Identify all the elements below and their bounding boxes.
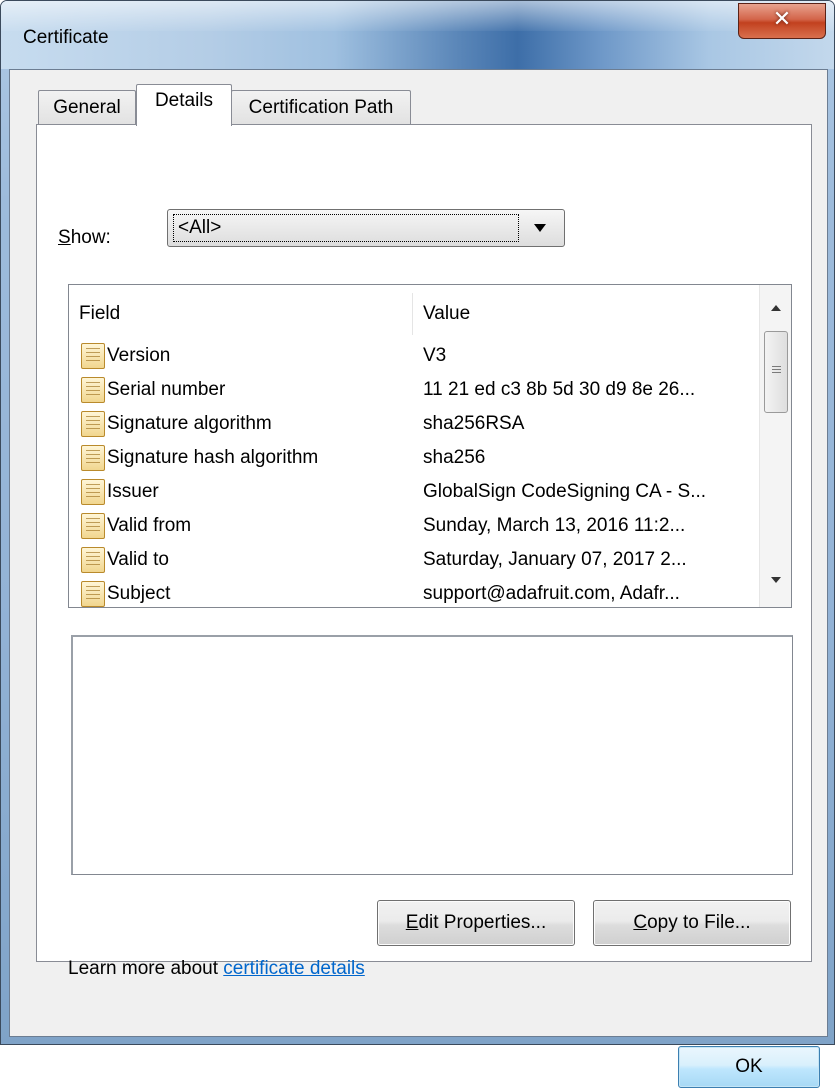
tab-certification-path[interactable]: Certification Path xyxy=(231,90,411,124)
field-value: sha256 xyxy=(423,447,486,468)
column-header-value[interactable]: Value xyxy=(413,285,759,337)
list-item[interactable]: Signature algorithm sha256RSA xyxy=(69,407,759,441)
certificate-field-icon xyxy=(81,377,105,403)
certificate-field-icon xyxy=(81,581,105,607)
show-dropdown-value: <All> xyxy=(173,214,519,242)
field-value: Sunday, March 13, 2016 11:2... xyxy=(423,515,686,536)
certificate-field-icon xyxy=(81,445,105,471)
field-name: Subject xyxy=(107,583,171,604)
list-item[interactable]: Issuer GlobalSign CodeSigning CA - S... xyxy=(69,475,759,509)
certificate-field-icon xyxy=(81,513,105,539)
certificate-field-icon xyxy=(81,411,105,437)
learn-more-text: Learn more about certificate details xyxy=(68,958,365,979)
list-item[interactable]: Subject support@adafruit.com, Adafr... xyxy=(69,577,759,607)
tab-general[interactable]: General xyxy=(38,90,136,124)
scroll-down-arrow-icon[interactable] xyxy=(771,577,781,583)
certificate-field-icon xyxy=(81,479,105,505)
field-value: Saturday, January 07, 2017 2... xyxy=(423,549,687,570)
certificate-field-icon xyxy=(81,343,105,369)
close-button[interactable]: ✕ xyxy=(738,3,826,39)
show-label: Show: xyxy=(58,227,111,248)
list-header: Field Value xyxy=(69,285,759,337)
show-dropdown[interactable]: <All> xyxy=(167,209,565,247)
field-name: Version xyxy=(107,345,171,366)
edit-properties-button[interactable]: Edit Properties... xyxy=(377,900,575,946)
tab-details[interactable]: Details xyxy=(136,84,232,126)
field-name: Serial number xyxy=(107,379,226,400)
field-value: support@adafruit.com, Adafr... xyxy=(423,583,680,604)
field-name: Signature hash algorithm xyxy=(107,447,319,468)
ok-button[interactable]: OK xyxy=(678,1046,820,1088)
vertical-scrollbar[interactable] xyxy=(759,285,791,607)
certificate-field-icon xyxy=(81,547,105,573)
title-bar[interactable] xyxy=(1,1,834,69)
chevron-down-icon xyxy=(534,224,546,232)
field-value: sha256RSA xyxy=(423,413,525,434)
certificate-fields-list[interactable]: Field Value Version V3 Serial number 11 … xyxy=(68,284,792,608)
list-item[interactable]: Version V3 xyxy=(69,339,759,373)
field-name: Valid from xyxy=(107,515,192,536)
list-rows: Version V3 Serial number 11 21 ed c3 8b … xyxy=(69,339,759,607)
scroll-thumb[interactable] xyxy=(764,331,788,413)
scroll-up-arrow-icon[interactable] xyxy=(771,305,781,311)
field-value: 11 21 ed c3 8b 5d 30 d9 8e 26... xyxy=(423,379,696,400)
field-detail-textbox[interactable] xyxy=(71,635,793,875)
field-name: Issuer xyxy=(107,481,159,502)
certificate-window: Certificate ✕ General Details Certificat… xyxy=(0,0,835,1088)
dialog-client-area: General Details Certification Path Show:… xyxy=(9,69,828,1088)
list-item[interactable]: Serial number 11 21 ed c3 8b 5d 30 d9 8e… xyxy=(69,373,759,407)
list-item[interactable]: Valid from Sunday, March 13, 2016 11:2..… xyxy=(69,509,759,543)
column-header-field[interactable]: Field xyxy=(69,285,412,337)
field-name: Valid to xyxy=(107,549,169,570)
list-item[interactable]: Valid to Saturday, January 07, 2017 2... xyxy=(69,543,759,577)
field-value: GlobalSign CodeSigning CA - S... xyxy=(423,481,707,502)
copy-to-file-button[interactable]: Copy to File... xyxy=(593,900,791,946)
field-name: Signature algorithm xyxy=(107,413,272,434)
list-item[interactable]: Signature hash algorithm sha256 xyxy=(69,441,759,475)
window-title: Certificate xyxy=(23,27,109,48)
certificate-details-link[interactable]: certificate details xyxy=(223,958,365,979)
field-value: V3 xyxy=(423,345,447,366)
